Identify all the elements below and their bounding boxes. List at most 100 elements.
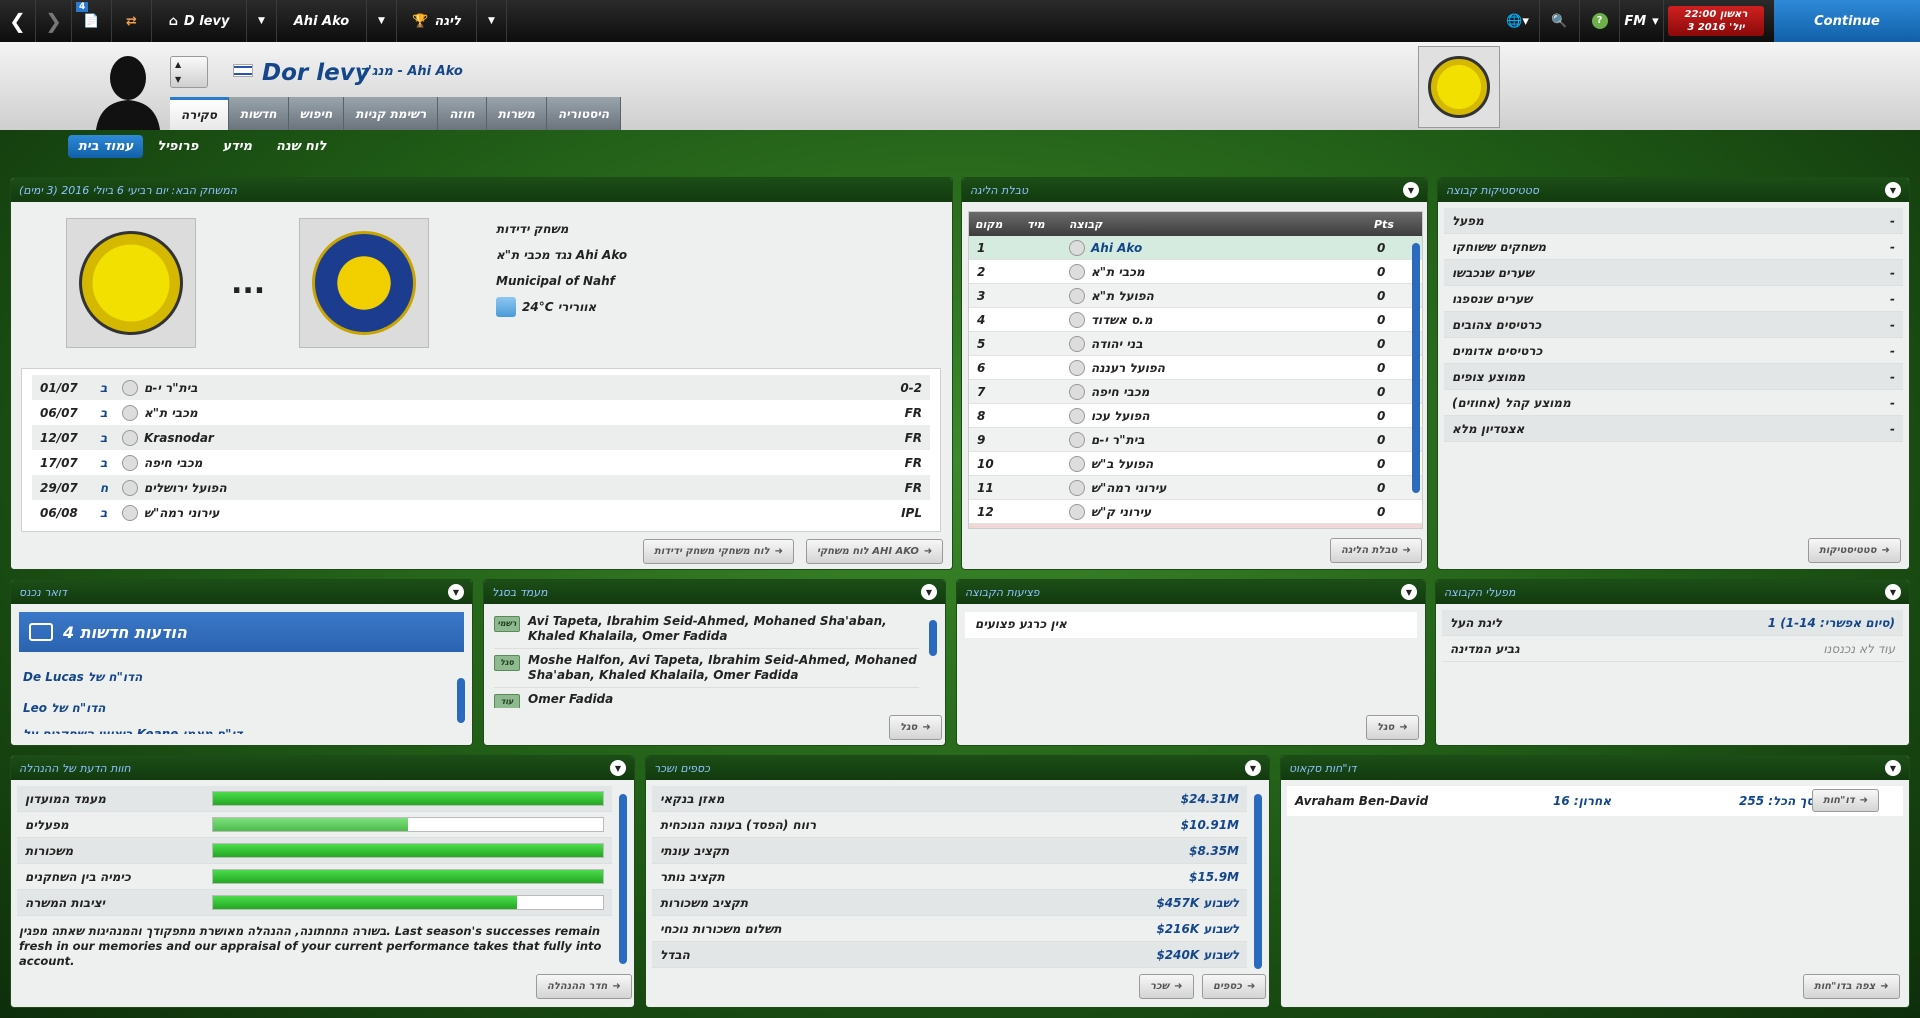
column-header[interactable]: מיד	[1027, 218, 1063, 231]
new-messages-banner[interactable]: 4 הודעות חדשות	[19, 612, 464, 652]
tab-search[interactable]: חיפוש	[288, 97, 345, 130]
league-team[interactable]: מ.ס אשדוד	[1091, 313, 1369, 327]
league-team[interactable]: עירוני רמה"ש	[1091, 481, 1369, 495]
inbox-item[interactable]: ביצועי השחקנים על Keane דו"ח מאמן	[23, 724, 462, 734]
finances-button[interactable]: כספים ➜	[1202, 974, 1267, 999]
club-badge[interactable]	[1418, 46, 1500, 128]
league-team[interactable]: הפועל ת"א	[1091, 289, 1369, 303]
league-row[interactable]: 1 Ahi Ako 0	[969, 236, 1422, 260]
fixture-opponent[interactable]: בית"ר י-ם	[144, 381, 900, 395]
league-team[interactable]: הפועל רעננה	[1091, 361, 1369, 375]
subnav-info[interactable]: מידע	[212, 135, 262, 158]
squad-status-row[interactable]: סגל Moshe Halfon, Avi Tapeta, Ibrahim Sei…	[494, 649, 919, 688]
column-header[interactable]: קבוצה	[1063, 218, 1368, 231]
competition-row[interactable]: גביע המדינה עוד לא נכנסנו	[1442, 636, 1903, 662]
chevron-down-icon[interactable]: ▼	[921, 584, 937, 600]
inbox-scrollbar[interactable]	[457, 678, 465, 723]
chevron-down-icon[interactable]: ▼	[1401, 584, 1417, 600]
club-dropdown-button[interactable]: ▼	[367, 0, 397, 42]
board-room-button[interactable]: חדר ההנהלה ➜	[536, 974, 632, 999]
league-scrollbar[interactable]	[1412, 243, 1420, 493]
tab-history[interactable]: היסטוריה	[546, 97, 622, 130]
chevron-down-icon[interactable]: ▼	[448, 584, 464, 600]
fixture-opponent[interactable]: עירוני רמה"ש	[144, 506, 901, 520]
fixture-opponent[interactable]: מכבי חיפה	[144, 456, 905, 470]
profile-nav-stepper[interactable]: ▲ ▼	[170, 56, 208, 88]
help-button[interactable]: ?	[1580, 0, 1620, 42]
league-row[interactable]: 4 מ.ס אשדוד 0	[969, 308, 1422, 332]
continue-button[interactable]: Continue	[1774, 0, 1920, 42]
chevron-down-icon[interactable]: ▼	[1885, 760, 1901, 776]
fixture-opponent[interactable]: Krasnodar	[144, 431, 905, 445]
club-fixtures-button[interactable]: לוח משחקי AHI AKO ➜	[806, 539, 944, 564]
league-row[interactable]: 3 הפועל ת"א 0	[969, 284, 1422, 308]
manager-menu-button[interactable]: ⌂ D levy	[152, 0, 247, 42]
league-row[interactable]: 8 הפועל עכו 0	[969, 404, 1422, 428]
fixture-row[interactable]: 06/07 ב מכבי ת"א FR	[32, 400, 930, 425]
league-dropdown-button[interactable]: ▼	[477, 0, 507, 42]
league-row[interactable]: 12 עירוני ק"ש 0	[969, 500, 1422, 524]
league-team[interactable]: מכבי חיפה	[1091, 385, 1369, 399]
forward-button[interactable]: ❯	[36, 0, 72, 42]
league-row[interactable]: 6 הפועל רעננה 0	[969, 356, 1422, 380]
undo-button[interactable]: ⇄	[112, 0, 152, 42]
league-team[interactable]: בית"ר י-ם	[1091, 433, 1369, 447]
fm-menu-button[interactable]: FM ▾	[1620, 0, 1664, 42]
tab-overview[interactable]: סקירה	[170, 97, 229, 130]
fixture-row[interactable]: 01/07 ב בית"ר י-ם 0-2	[32, 375, 930, 400]
league-row[interactable]: 13 מכבי פ"ת0	[969, 524, 1422, 530]
subnav-calendar[interactable]: לוח שנה	[266, 135, 336, 158]
column-header[interactable]: מקום	[969, 218, 1027, 231]
league-team[interactable]: Ahi Ako	[1091, 241, 1369, 255]
fixture-opponent[interactable]: הפועל ירושלים	[144, 481, 905, 495]
league-team[interactable]: הפועל עכו	[1091, 409, 1369, 423]
fixture-row[interactable]: 06/08 ב עירוני רמה"ש IPL	[32, 500, 930, 525]
fixture-row[interactable]: 29/07 ח הפועל ירושלים FR	[32, 475, 930, 500]
league-row[interactable]: 11 עירוני רמה"ש 0	[969, 476, 1422, 500]
manager-dropdown-button[interactable]: ▼	[247, 0, 277, 42]
back-button[interactable]: ❮	[0, 0, 36, 42]
league-row[interactable]: 7 מכבי חיפה 0	[969, 380, 1422, 404]
squad-status-row[interactable]: רשמי Avi Tapeta, Ibrahim Seid-Ahmed, Moha…	[494, 610, 919, 649]
squad-button[interactable]: סגל ➜	[889, 715, 942, 740]
fixture-opponent[interactable]: מכבי ת"א	[144, 406, 905, 420]
tab-shortlist[interactable]: רשימת קניות	[344, 97, 439, 130]
inbox-item[interactable]: Leo הדו"ח של	[23, 693, 462, 724]
league-row[interactable]: 5 בני יהודה 0	[969, 332, 1422, 356]
fixture-row[interactable]: 17/07 ב מכבי חיפה FR	[32, 450, 930, 475]
league-team[interactable]: עירוני ק"ש	[1091, 505, 1369, 519]
scout-row[interactable]: Avraham Ben-David אחרון: 16 סך הכל: 255 …	[1287, 786, 1903, 816]
wages-button[interactable]: שכר ➜	[1139, 974, 1194, 999]
subnav-home[interactable]: עמוד בית	[68, 134, 144, 158]
chevron-down-icon[interactable]: ▼	[1403, 182, 1419, 198]
league-team[interactable]: מכבי פ"ת	[1091, 529, 1369, 530]
league-team[interactable]: הפועל ב"ש	[1091, 457, 1369, 471]
subnav-profile[interactable]: פרופיל	[147, 135, 208, 158]
league-row[interactable]: 9 בית"ר י-ם 0	[969, 428, 1422, 452]
stats-button[interactable]: סטטיסטיקות ➜	[1808, 538, 1901, 563]
league-row[interactable]: 10 הפועל ב"ש 0	[969, 452, 1422, 476]
injuries-squad-button[interactable]: סגל ➜	[1366, 715, 1419, 740]
squad-scrollbar[interactable]	[929, 620, 937, 656]
search-button[interactable]: 🔍	[1540, 0, 1580, 42]
chevron-down-icon[interactable]: ▼	[1885, 584, 1901, 600]
club-menu-button[interactable]: Ahi Ako	[277, 0, 367, 42]
league-table-button[interactable]: טבלת הליגה ➜	[1330, 538, 1422, 563]
inbox-item[interactable]: De Lucas הדו"ח של	[23, 662, 462, 693]
view-reports-button[interactable]: צפה בדו"חות ➜	[1803, 974, 1900, 999]
inbox-shortcut-button[interactable]: 4 📄	[72, 0, 112, 42]
fixture-row[interactable]: 12/07 ב Krasnodar FR	[32, 425, 930, 450]
scout-reports-button[interactable]: דו"חות ➜	[1812, 789, 1880, 812]
league-row[interactable]: 2 מכבי ת"א 0	[969, 260, 1422, 284]
league-team[interactable]: מכבי ת"א	[1091, 265, 1369, 279]
column-header[interactable]: Pts	[1368, 218, 1418, 231]
finances-scrollbar[interactable]	[1254, 794, 1262, 969]
board-scrollbar[interactable]	[619, 794, 627, 964]
league-team[interactable]: בני יהודה	[1091, 337, 1369, 351]
squad-status-row[interactable]: עוד Omer Fadida	[494, 688, 919, 708]
competition-row[interactable]: ליגת העל 1 (סיום אפשרי: 1-14)	[1442, 610, 1903, 636]
friendlies-fixtures-button[interactable]: לוח משחקי משחק ידידות ➜	[643, 539, 794, 564]
globe-button[interactable]: 🌐▾	[1496, 0, 1540, 42]
date-display[interactable]: 22:00 ראשון 3 יול' 2016	[1668, 6, 1764, 36]
league-menu-button[interactable]: 🏆 ליגה	[397, 0, 477, 42]
